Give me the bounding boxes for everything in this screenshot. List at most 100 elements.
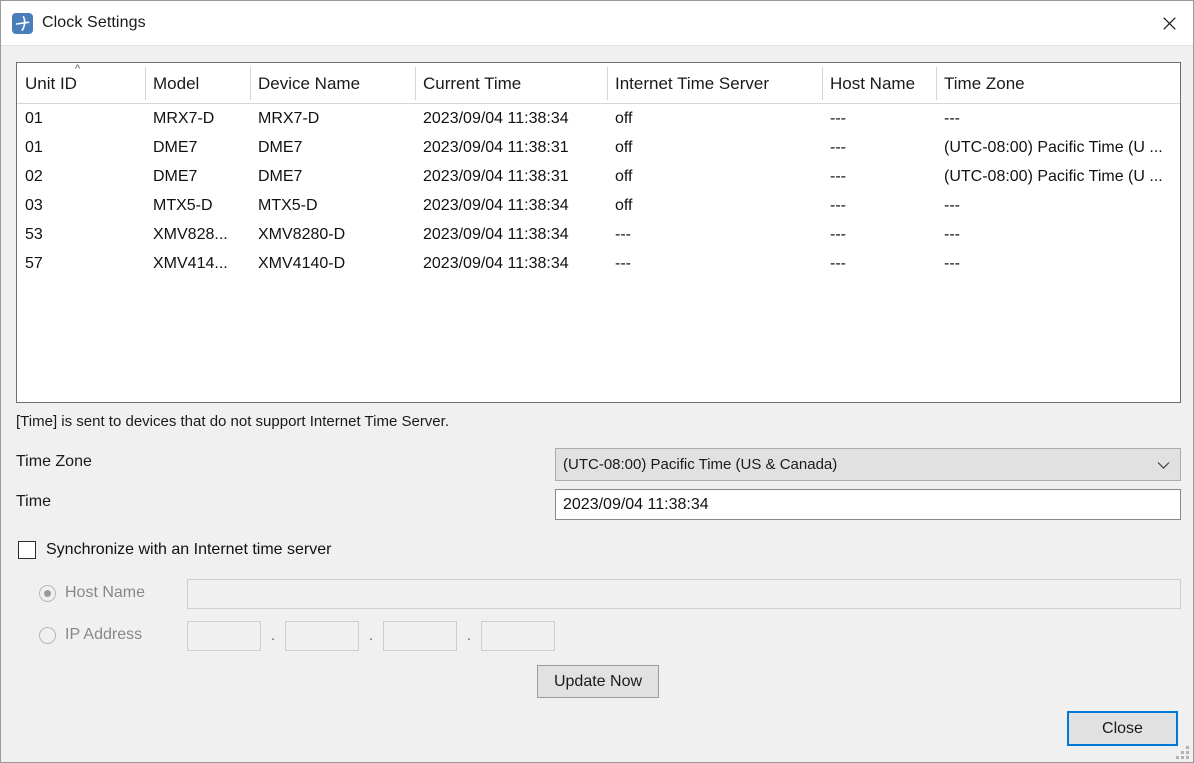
ip-address-radio-row[interactable]: IP Address [39, 626, 142, 644]
update-now-button[interactable]: Update Now [537, 665, 659, 698]
column-header-label: Model [153, 74, 199, 94]
resize-grip[interactable] [1176, 746, 1189, 759]
table-row[interactable]: 01 DME7 DME7 2023/09/04 11:38:31 off ---… [17, 133, 1180, 162]
cell-current-time: 2023/09/04 11:38:31 [415, 133, 607, 162]
time-label: Time [16, 493, 51, 511]
cell-device-name: DME7 [250, 162, 415, 191]
ip-separator: . [359, 621, 383, 651]
cell-current-time: 2023/09/04 11:38:31 [415, 162, 607, 191]
host-name-radio-label: Host Name [65, 584, 145, 602]
cell-model: DME7 [145, 133, 250, 162]
host-name-input[interactable] [187, 579, 1181, 609]
cell-internet-time-server: --- [607, 220, 822, 249]
clock-settings-dialog: Clock Settings ^ Unit ID Model Device Na… [0, 0, 1194, 763]
table-row[interactable]: 53 XMV828... XMV8280-D 2023/09/04 11:38:… [17, 220, 1180, 249]
cell-time-zone: --- [936, 191, 1180, 220]
host-name-radio-row[interactable]: Host Name [39, 584, 145, 602]
cell-time-zone: --- [936, 220, 1180, 249]
table-header-row: ^ Unit ID Model Device Name Current Time… [17, 63, 1180, 104]
column-divider[interactable] [822, 67, 823, 100]
cell-device-name: MTX5-D [250, 191, 415, 220]
time-zone-select[interactable]: (UTC-08:00) Pacific Time (US & Canada) [555, 448, 1181, 481]
window-close-icon[interactable] [1146, 1, 1193, 45]
time-zone-value: (UTC-08:00) Pacific Time (US & Canada) [563, 456, 837, 473]
device-list-table[interactable]: ^ Unit ID Model Device Name Current Time… [16, 62, 1181, 403]
cell-device-name: DME7 [250, 133, 415, 162]
cell-device-name: MRX7-D [250, 104, 415, 133]
cell-current-time: 2023/09/04 11:38:34 [415, 220, 607, 249]
title-bar: Clock Settings [1, 1, 1193, 46]
table-row[interactable]: 03 MTX5-D MTX5-D 2023/09/04 11:38:34 off… [17, 191, 1180, 220]
cell-time-zone: (UTC-08:00) Pacific Time (U ... [936, 133, 1180, 162]
table-row[interactable]: 02 DME7 DME7 2023/09/04 11:38:31 off ---… [17, 162, 1180, 191]
ip-address-radio-label: IP Address [65, 626, 142, 644]
ip-octet-3-input[interactable] [383, 621, 457, 651]
cell-device-name: XMV8280-D [250, 220, 415, 249]
column-divider[interactable] [250, 67, 251, 100]
ip-octet-2-input[interactable] [285, 621, 359, 651]
cell-unit-id: 03 [17, 191, 145, 220]
column-header-label: Internet Time Server [615, 74, 769, 94]
column-header-current-time[interactable]: Current Time [415, 63, 607, 104]
time-zone-label: Time Zone [16, 453, 92, 471]
column-header-device-name[interactable]: Device Name [250, 63, 415, 104]
column-header-label: Unit ID [25, 74, 77, 94]
column-header-label: Current Time [423, 74, 521, 94]
window-title: Clock Settings [42, 14, 146, 32]
cell-unit-id: 53 [17, 220, 145, 249]
chevron-down-icon [1157, 458, 1170, 471]
sync-internet-time-checkbox-row[interactable]: Synchronize with an Internet time server [18, 541, 331, 559]
cell-host-name: --- [822, 249, 936, 278]
cell-device-name: XMV4140-D [250, 249, 415, 278]
cell-host-name: --- [822, 162, 936, 191]
host-name-radio[interactable] [39, 585, 56, 602]
cell-unit-id: 01 [17, 104, 145, 133]
cell-internet-time-server: --- [607, 249, 822, 278]
cell-unit-id: 57 [17, 249, 145, 278]
ip-address-fields: . . . [187, 621, 555, 651]
column-header-label: Device Name [258, 74, 360, 94]
table-row[interactable]: 01 MRX7-D MRX7-D 2023/09/04 11:38:34 off… [17, 104, 1180, 133]
cell-current-time: 2023/09/04 11:38:34 [415, 191, 607, 220]
ip-octet-4-input[interactable] [481, 621, 555, 651]
column-header-model[interactable]: Model [145, 63, 250, 104]
cell-time-zone: --- [936, 249, 1180, 278]
column-divider[interactable] [607, 67, 608, 100]
ip-octet-1-input[interactable] [187, 621, 261, 651]
cell-internet-time-server: off [607, 191, 822, 220]
time-value: 2023/09/04 11:38:34 [563, 496, 709, 514]
cell-host-name: --- [822, 220, 936, 249]
column-header-label: Time Zone [944, 74, 1025, 94]
ip-address-radio[interactable] [39, 627, 56, 644]
column-header-time-zone[interactable]: Time Zone [936, 63, 1180, 104]
column-header-host-name[interactable]: Host Name [822, 63, 936, 104]
cell-internet-time-server: off [607, 133, 822, 162]
column-header-unit-id[interactable]: ^ Unit ID [17, 63, 145, 104]
time-input[interactable]: 2023/09/04 11:38:34 [555, 489, 1181, 520]
table-row[interactable]: 57 XMV414... XMV4140-D 2023/09/04 11:38:… [17, 249, 1180, 278]
cell-time-zone: (UTC-08:00) Pacific Time (U ... [936, 162, 1180, 191]
clock-settings-icon [12, 13, 33, 34]
sort-ascending-icon: ^ [75, 64, 80, 75]
column-divider[interactable] [936, 67, 937, 100]
column-header-label: Host Name [830, 74, 915, 94]
cell-current-time: 2023/09/04 11:38:34 [415, 104, 607, 133]
cell-host-name: --- [822, 191, 936, 220]
close-button[interactable]: Close [1067, 711, 1178, 746]
info-note: [Time] is sent to devices that do not su… [16, 413, 449, 430]
column-divider[interactable] [145, 67, 146, 100]
sync-internet-time-checkbox[interactable] [18, 541, 36, 559]
table-body: 01 MRX7-D MRX7-D 2023/09/04 11:38:34 off… [17, 104, 1180, 278]
ip-separator: . [457, 621, 481, 651]
cell-model: XMV828... [145, 220, 250, 249]
cell-model: DME7 [145, 162, 250, 191]
cell-internet-time-server: off [607, 162, 822, 191]
cell-model: MRX7-D [145, 104, 250, 133]
cell-current-time: 2023/09/04 11:38:34 [415, 249, 607, 278]
cell-unit-id: 02 [17, 162, 145, 191]
column-header-internet-time-server[interactable]: Internet Time Server [607, 63, 822, 104]
ip-separator: . [261, 621, 285, 651]
cell-host-name: --- [822, 133, 936, 162]
column-divider[interactable] [415, 67, 416, 100]
cell-internet-time-server: off [607, 104, 822, 133]
